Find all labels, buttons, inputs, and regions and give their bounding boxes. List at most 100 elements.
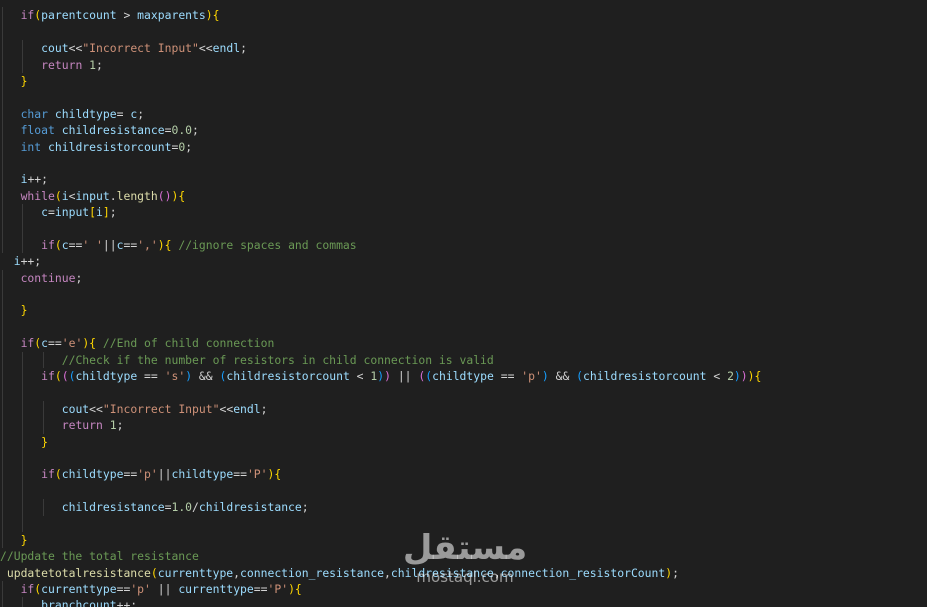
code-token: //End of child connection [102, 336, 275, 351]
code-token: ; [96, 57, 103, 72]
code-line[interactable] [0, 286, 927, 303]
code-token: ( [54, 237, 62, 252]
code-line[interactable]: cout<<"Incorrect Input"<<endl; [0, 40, 927, 57]
code-token: "Incorrect Input" [102, 401, 220, 416]
code-token: || [102, 237, 117, 252]
code-token: connection_resistorCount [500, 565, 666, 580]
code-line[interactable]: char childtype= c; [0, 105, 927, 123]
code-token: while [20, 188, 55, 203]
code-area[interactable]: if(parentcount > maxparents){ cout<<"Inc… [0, 0, 927, 607]
code-line[interactable]: if(c=='e'){ //End of child connection [0, 335, 927, 352]
code-line[interactable] [0, 482, 927, 500]
code-line[interactable] [0, 318, 927, 336]
code-token: ; [75, 270, 83, 285]
code-token: childtype [171, 467, 234, 482]
code-line[interactable]: branchcount++; [0, 597, 927, 607]
code-editor[interactable]: if(parentcount > maxparents){ cout<<"Inc… [0, 0, 927, 607]
code-token: endl [233, 401, 261, 416]
code-line[interactable]: if(c==' '||c==','){ //ignore spaces and … [0, 236, 927, 254]
code-line[interactable]: float childresistance=0.0; [0, 122, 927, 139]
code-line[interactable]: //Update the total resistance [0, 548, 927, 564]
code-line[interactable]: c=input[i]; [0, 204, 927, 221]
code-line[interactable]: updatetotalresistance(currenttype,connec… [0, 565, 927, 581]
code-line[interactable] [0, 154, 927, 172]
code-line[interactable]: childresistance=1.0/childresistance; [0, 499, 927, 516]
code-token: ] [102, 205, 110, 220]
indent-guide [2, 433, 3, 450]
code-token: << [219, 401, 234, 416]
code-line[interactable]: } [0, 433, 927, 450]
indent-guide [22, 433, 24, 450]
code-token: ',' [137, 237, 158, 252]
code-token: < [349, 368, 371, 383]
code-token: == [137, 368, 165, 383]
indent-guide [22, 384, 24, 401]
code-line[interactable]: return 1; [0, 56, 927, 73]
indent-guide [2, 40, 3, 57]
indent-guide [2, 7, 3, 24]
code-line[interactable] [0, 0, 927, 7]
code-line[interactable]: i++; [0, 253, 927, 269]
code-line[interactable]: //Check if the number of resistors in ch… [0, 351, 927, 368]
code-token: ) [541, 368, 549, 383]
indent-guide [2, 236, 3, 254]
code-token: childtype [75, 368, 138, 383]
code-line[interactable] [0, 23, 927, 41]
code-line[interactable]: if(parentcount > maxparents){ [0, 7, 927, 24]
code-token: connection_resistance [240, 565, 385, 580]
indent-guide [22, 56, 24, 73]
code-token: if [20, 336, 35, 351]
code-line[interactable]: while(i<input.length()){ [0, 187, 927, 205]
code-token: 1.0 [171, 500, 193, 515]
code-line[interactable]: } [0, 72, 927, 90]
code-line[interactable] [0, 220, 927, 237]
code-token: i [13, 254, 21, 269]
code-line[interactable]: if(childtype=='p'||childtype=='P'){ [0, 466, 927, 483]
indent-guide [2, 597, 3, 607]
code-token: << [198, 41, 213, 56]
code-line[interactable]: if(currenttype=='p' || currenttype=='P')… [0, 581, 927, 598]
code-token: if [41, 237, 55, 252]
code-line[interactable]: } [0, 302, 927, 319]
code-token: //ignore spaces and commas [178, 237, 357, 252]
code-line[interactable]: int childresistorcount=0; [0, 138, 927, 155]
code-line[interactable] [0, 384, 927, 401]
code-token: 'e' [61, 336, 83, 351]
code-token: childresistance [198, 500, 302, 515]
code-line[interactable] [0, 89, 927, 106]
indent-guide [22, 515, 24, 532]
code-token: cout [61, 401, 90, 416]
code-line[interactable] [0, 515, 927, 532]
indent-guide [2, 581, 3, 598]
code-token: ; [301, 500, 309, 515]
code-token: ) [205, 8, 213, 23]
code-token: } [20, 532, 28, 547]
code-token: ; [109, 205, 117, 220]
code-token: || [390, 368, 419, 383]
code-line[interactable]: cout<<"Incorrect Input"<<endl; [0, 400, 927, 418]
code-token: ++; [116, 598, 138, 607]
code-line[interactable]: continue; [0, 269, 927, 287]
code-line[interactable]: return 1; [0, 417, 927, 434]
code-token: return [61, 418, 103, 433]
code-token: == [233, 467, 247, 482]
code-token: currenttype [157, 565, 234, 580]
code-line[interactable]: i++; [0, 171, 927, 188]
code-line[interactable] [0, 449, 927, 467]
code-token: 'p' [521, 368, 542, 383]
code-token: { [178, 188, 186, 203]
indent-guide [2, 367, 3, 385]
code-token: if [20, 582, 35, 597]
code-token: ) [733, 368, 741, 383]
code-line[interactable]: if(((childtype == 's') && (childresistor… [0, 367, 927, 385]
code-line[interactable]: } [0, 531, 927, 549]
indent-guide [2, 482, 3, 500]
code-token: //Update the total resistance [0, 549, 199, 564]
